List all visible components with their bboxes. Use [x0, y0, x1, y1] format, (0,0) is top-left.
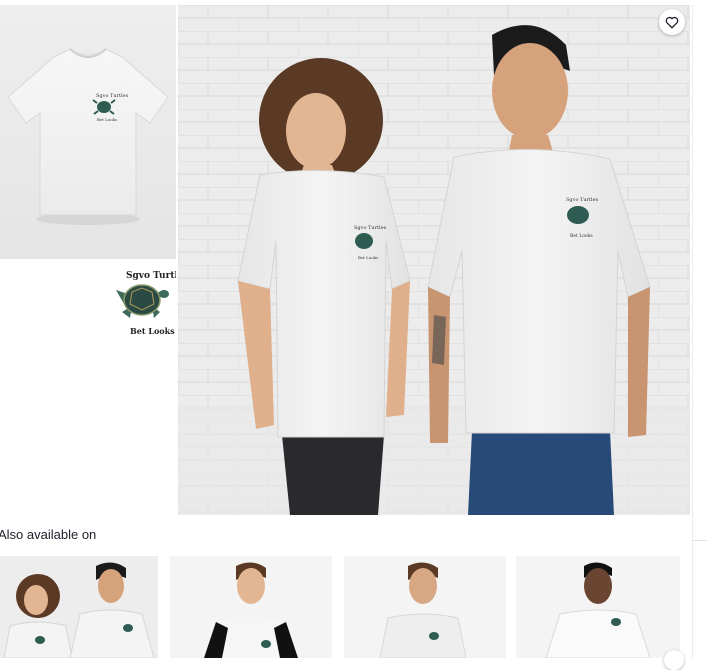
thumbnail-design-closeup[interactable]: Sgvo Turtles Bet Looks: [0, 262, 176, 515]
svg-text:Bet Looks: Bet Looks: [97, 117, 117, 122]
svg-text:Bet Looks: Bet Looks: [358, 255, 378, 260]
svg-text:Sgvo Turtles: Sgvo Turtles: [354, 225, 387, 231]
divider: [692, 540, 707, 541]
design-title-text: Sgvo Turtles: [126, 271, 176, 281]
divider: [692, 5, 693, 658]
thumb-design-text: Sgvo Turtles: [96, 93, 129, 99]
models-wearing-tee-image: Sgvo Turtles Bet Looks Sgvo Turtles Bet …: [178, 5, 690, 515]
product-card-long-tee[interactable]: [344, 556, 506, 658]
main-product-image: Sgvo Turtles Bet Looks Sgvo Turtles Bet …: [178, 5, 690, 515]
right-panel-edge: [692, 0, 707, 658]
heart-outline-icon: [665, 16, 679, 28]
design-subtitle-text: Bet Looks: [130, 326, 175, 336]
product-thumbnail-image: [516, 556, 680, 658]
product-thumbnail-image: [344, 556, 506, 658]
product-card-premium-tee[interactable]: [516, 556, 680, 658]
product-card-essential-tee[interactable]: [0, 556, 158, 658]
tee-front-image: Sgvo Turtles Bet Looks: [7, 48, 169, 225]
design-closeup-image: Sgvo Turtles Bet Looks: [116, 271, 176, 336]
thumbnail-front-tee[interactable]: Sgvo Turtles Bet Looks: [0, 5, 176, 259]
product-thumbnail-image: [170, 556, 332, 658]
product-card-graphic-tee[interactable]: [170, 556, 332, 658]
carousel-next-button[interactable]: [664, 650, 684, 670]
svg-text:Sgvo Turtles: Sgvo Turtles: [566, 197, 599, 203]
product-thumbnail-image: [0, 556, 158, 658]
favorite-button[interactable]: [659, 9, 685, 35]
svg-text:Bet Looks: Bet Looks: [570, 233, 593, 239]
also-available-title: Also available on: [0, 527, 97, 542]
